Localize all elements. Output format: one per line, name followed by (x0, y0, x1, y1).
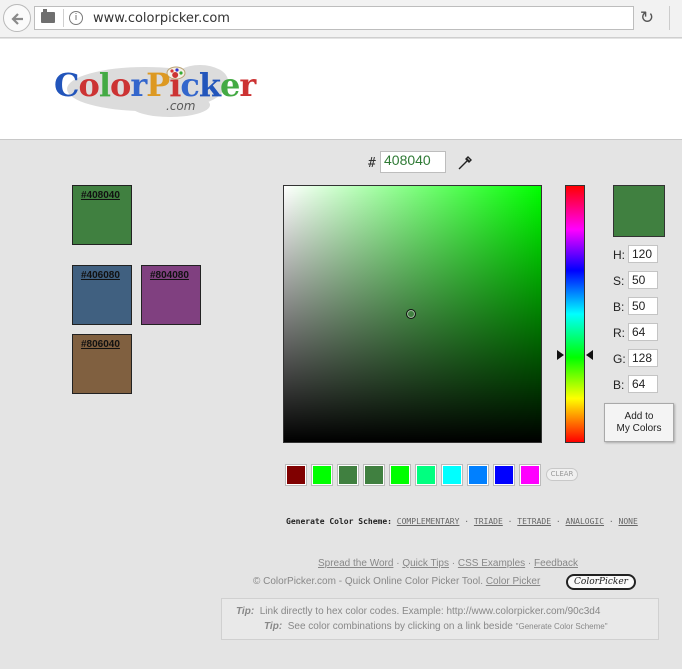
color-preview (613, 185, 665, 237)
url-text[interactable]: www.colorpicker.com (93, 11, 230, 26)
red-label: R: (613, 326, 625, 340)
tip-text: Link directly to hex color codes. Exampl… (259, 606, 601, 617)
tip-scheme-reference: "Generate Color Scheme" (515, 622, 608, 631)
toolbar-divider (661, 0, 682, 38)
saved-color-swatch[interactable]: #406080 (72, 265, 132, 325)
blue-label: B: (613, 378, 625, 392)
reload-icon[interactable]: ↻ (636, 7, 658, 29)
arrow-left-icon (11, 13, 23, 25)
back-button[interactable] (3, 4, 31, 32)
history-swatch[interactable] (338, 465, 358, 485)
add-to-my-colors-button[interactable]: Add to My Colors (604, 403, 674, 442)
add-button-line2: My Colors (616, 423, 662, 434)
footer-separator: · (525, 558, 535, 569)
hue-slider-left-arrow-icon[interactable] (557, 350, 564, 360)
tip-text: See color combinations by clicking on a … (287, 621, 513, 632)
logo-letter: r (239, 66, 256, 104)
hue-label: H: (613, 248, 625, 262)
scheme-none-link[interactable]: NONE (619, 517, 638, 526)
saved-color-label: #408040 (81, 190, 120, 201)
footer-links: Spread the Word · Quick Tips · CSS Examp… (318, 558, 578, 569)
tip-label: Tip: (236, 606, 255, 617)
colorpicker-logo[interactable]: ColorPicker .com (50, 61, 256, 121)
history-swatch[interactable] (442, 465, 462, 485)
scheme-triade-link[interactable]: TRIADE (474, 517, 503, 526)
saturation-brightness-area[interactable] (283, 185, 542, 443)
hex-input[interactable]: 408040 (380, 151, 446, 173)
hue-slider[interactable] (565, 185, 585, 443)
brightness-input[interactable]: 50 (628, 297, 658, 315)
eyedropper-icon[interactable] (457, 155, 473, 171)
css-examples-link[interactable]: CSS Examples (458, 558, 525, 569)
scheme-separator: · (555, 517, 561, 526)
saved-color-swatch[interactable]: #806040 (72, 334, 132, 394)
history-swatch[interactable] (390, 465, 410, 485)
history-swatch[interactable] (364, 465, 384, 485)
colorpicker-badge[interactable]: ColorPicker (566, 574, 636, 590)
logo-letter: o (109, 66, 131, 104)
scheme-label: Generate Color Scheme: (286, 517, 392, 526)
scheme-separator: · (507, 517, 513, 526)
spread-the-word-link[interactable]: Spread the Word (318, 558, 393, 569)
red-input[interactable]: 64 (628, 323, 658, 341)
color-selector-cursor[interactable] (406, 309, 416, 319)
footer-separator: · (449, 558, 458, 569)
history-swatch[interactable] (494, 465, 514, 485)
tip-line: Tip: See color combinations by clicking … (264, 621, 608, 632)
hash-label: # (368, 156, 376, 171)
history-swatch[interactable] (468, 465, 488, 485)
scheme-analogic-link[interactable]: ANALOGIC (566, 517, 605, 526)
site-header: ColorPicker .com (0, 39, 682, 140)
logo-letter: r (130, 66, 147, 104)
brightness-label: B: (613, 300, 625, 314)
tab-icon[interactable] (41, 9, 55, 23)
tip-line: Tip: Link directly to hex color codes. E… (236, 606, 600, 617)
logo-letter: C (54, 66, 79, 104)
tip-label: Tip: (264, 621, 283, 632)
saved-color-label: #406080 (81, 270, 120, 281)
logo-text: ColorPicker (54, 66, 256, 104)
history-swatch[interactable] (520, 465, 540, 485)
copyright-text: © ColorPicker.com - Quick Online Color P… (253, 576, 484, 587)
history-swatch[interactable] (286, 465, 306, 485)
saved-color-label: #806040 (81, 339, 120, 350)
quick-tips-link[interactable]: Quick Tips (402, 558, 449, 569)
color-scheme-bar: Generate Color Scheme: COMPLEMENTARY · T… (286, 517, 638, 526)
color-picker-link[interactable]: Color Picker (486, 576, 540, 587)
green-input[interactable]: 128 (628, 349, 658, 367)
logo-letter: o (78, 66, 99, 104)
logo-domain: .com (166, 99, 196, 113)
add-button-line1: Add to (624, 411, 654, 422)
saved-color-swatch[interactable]: #804080 (141, 265, 201, 325)
logo-letter: k (198, 66, 221, 104)
history-swatch[interactable] (416, 465, 436, 485)
hue-slider-right-arrow-icon[interactable] (586, 350, 593, 360)
logo-letter: e (220, 66, 240, 104)
saturation-input[interactable]: 50 (628, 271, 658, 289)
history-swatch[interactable] (312, 465, 332, 485)
scheme-complementary-link[interactable]: COMPLEMENTARY (397, 517, 460, 526)
scheme-separator: · (608, 517, 614, 526)
copyright-line: © ColorPicker.com - Quick Online Color P… (253, 576, 540, 587)
scheme-tetrade-link[interactable]: TETRADE (517, 517, 551, 526)
green-label: G: (613, 352, 626, 366)
address-bar[interactable]: i www.colorpicker.com (34, 6, 634, 30)
info-icon[interactable]: i (69, 11, 83, 25)
hue-input[interactable]: 120 (628, 245, 658, 263)
scheme-separator: · (464, 517, 470, 526)
url-separator (63, 9, 64, 27)
clear-history-button[interactable]: CLEAR (546, 468, 578, 481)
footer-separator: · (393, 558, 403, 569)
saved-color-label: #804080 (150, 270, 189, 281)
feedback-link[interactable]: Feedback (534, 558, 578, 569)
saturation-label: S: (613, 274, 625, 288)
browser-toolbar: i www.colorpicker.com ↻ (0, 0, 682, 38)
logo-letter: l (98, 66, 111, 104)
blue-input[interactable]: 64 (628, 375, 658, 393)
tips-box: Tip: Link directly to hex color codes. E… (221, 598, 659, 640)
saved-color-swatch[interactable]: #408040 (72, 185, 132, 245)
